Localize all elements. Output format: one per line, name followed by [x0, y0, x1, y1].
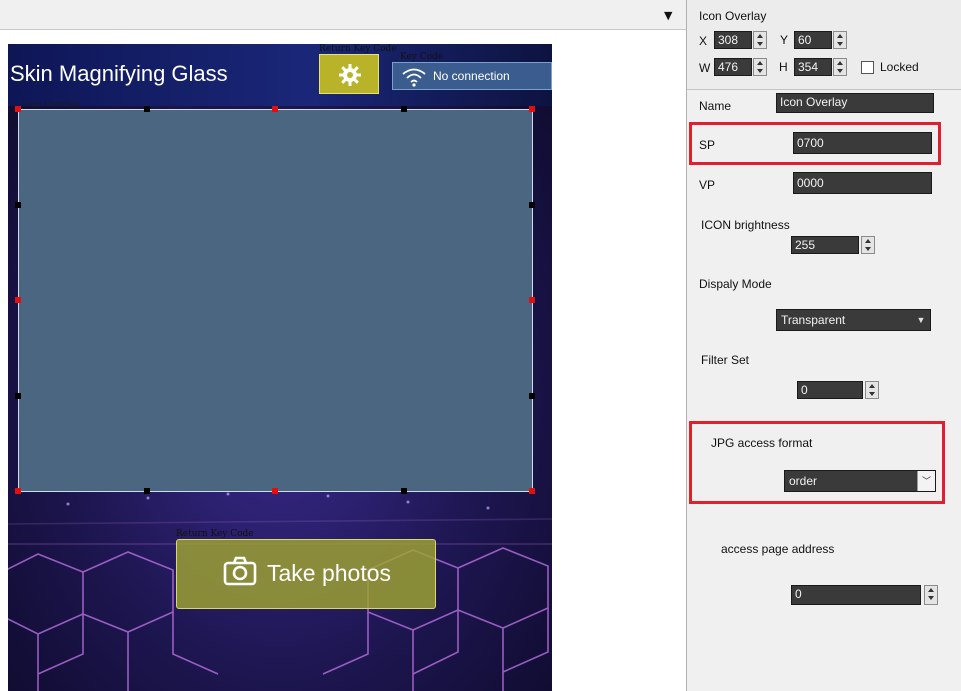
page-address-stepper[interactable] — [924, 585, 938, 605]
properties-header: Icon Overlay X 308 Y 60 W 476 H 354 Lock… — [687, 0, 961, 90]
take-photos-label: Take photos — [267, 560, 392, 586]
dropdown-arrow-icon: ▼ — [912, 310, 930, 330]
resize-handle[interactable] — [144, 106, 150, 112]
editor-window: ▼ Skin Magnifying Glass Return Key Code — [0, 0, 961, 691]
screen-preview: Skin Magnifying Glass Return Key Code Ke… — [8, 44, 552, 691]
resize-handle[interactable] — [272, 106, 278, 112]
resize-handle[interactable] — [401, 488, 407, 494]
brightness-field[interactable]: 255 — [791, 236, 859, 254]
screen-title: Skin Magnifying Glass — [10, 61, 228, 86]
locked-checkbox[interactable] — [861, 61, 874, 74]
button-tag-label: Return Key Code — [176, 529, 254, 539]
x-label: X — [699, 34, 708, 48]
w-stepper[interactable] — [753, 58, 767, 76]
resize-handle[interactable] — [529, 202, 535, 208]
settings-button[interactable] — [319, 54, 379, 94]
resize-handle[interactable] — [529, 106, 535, 112]
name-field[interactable]: Icon Overlay — [776, 93, 934, 113]
jpg-format-label: JPG access format — [711, 436, 813, 450]
h-label: H — [779, 60, 788, 74]
y-stepper[interactable] — [833, 31, 847, 49]
chevron-down-icon: ﹀ — [917, 471, 935, 491]
x-stepper[interactable] — [753, 31, 767, 49]
name-label: Name — [699, 99, 732, 113]
resize-handle[interactable] — [529, 393, 535, 399]
resize-handle[interactable] — [272, 488, 278, 494]
h-stepper[interactable] — [833, 58, 847, 76]
resize-handle[interactable] — [529, 297, 535, 303]
settings-tag-label: Return Key Code — [319, 44, 397, 54]
resize-handle[interactable] — [15, 393, 21, 399]
connection-label: No connection — [433, 69, 510, 83]
camera-icon — [223, 556, 257, 586]
x-field[interactable]: 308 — [714, 31, 752, 49]
resize-handle[interactable] — [15, 202, 21, 208]
display-mode-select[interactable]: Transparent ▼ — [776, 309, 931, 331]
properties-panel: Icon Overlay X 308 Y 60 W 476 H 354 Lock… — [686, 0, 961, 691]
filter-set-field[interactable]: 0 — [797, 381, 863, 399]
connection-status[interactable]: No connection — [392, 62, 552, 90]
vp-label: VP — [699, 178, 716, 192]
gear-icon — [339, 64, 361, 86]
resize-handle[interactable] — [529, 488, 535, 494]
resize-handle[interactable] — [15, 106, 21, 112]
canvas-toolbar: ▼ — [0, 0, 686, 30]
y-label: Y — [780, 33, 789, 47]
page-address-field[interactable]: 0 — [791, 585, 921, 605]
jpg-format-value: order — [789, 474, 818, 488]
vp-field[interactable]: 0000 — [793, 172, 932, 194]
filter-set-label: Filter Set — [701, 353, 750, 367]
wifi-icon — [402, 68, 426, 87]
y-field[interactable]: 60 — [794, 31, 832, 49]
locked-label: Locked — [880, 60, 919, 74]
panel-title: Icon Overlay — [699, 9, 767, 23]
sp-label: SP — [699, 138, 716, 152]
h-field[interactable]: 354 — [794, 58, 832, 76]
icon-overlay-area[interactable] — [18, 109, 533, 492]
w-field[interactable]: 476 — [714, 58, 752, 76]
brightness-stepper[interactable] — [861, 236, 875, 254]
filter-set-stepper[interactable] — [865, 381, 879, 399]
status-tag-label: Key Code — [400, 52, 444, 62]
resize-handle[interactable] — [15, 488, 21, 494]
resize-handle[interactable] — [144, 488, 150, 494]
take-photos-button[interactable]: Take photos — [176, 539, 436, 609]
resize-handle[interactable] — [15, 297, 21, 303]
dropdown-arrow-icon[interactable]: ▼ — [664, 9, 672, 22]
resize-handle[interactable] — [401, 106, 407, 112]
w-label: W — [699, 61, 711, 75]
display-mode-value: Transparent — [781, 313, 846, 327]
page-address-label: access page address — [721, 542, 835, 556]
display-mode-label: Dispaly Mode — [699, 277, 772, 291]
jpg-format-select[interactable]: order ﹀ — [784, 470, 936, 492]
sp-field[interactable]: 0700 — [793, 132, 932, 154]
brightness-label: ICON brightness — [701, 218, 790, 232]
